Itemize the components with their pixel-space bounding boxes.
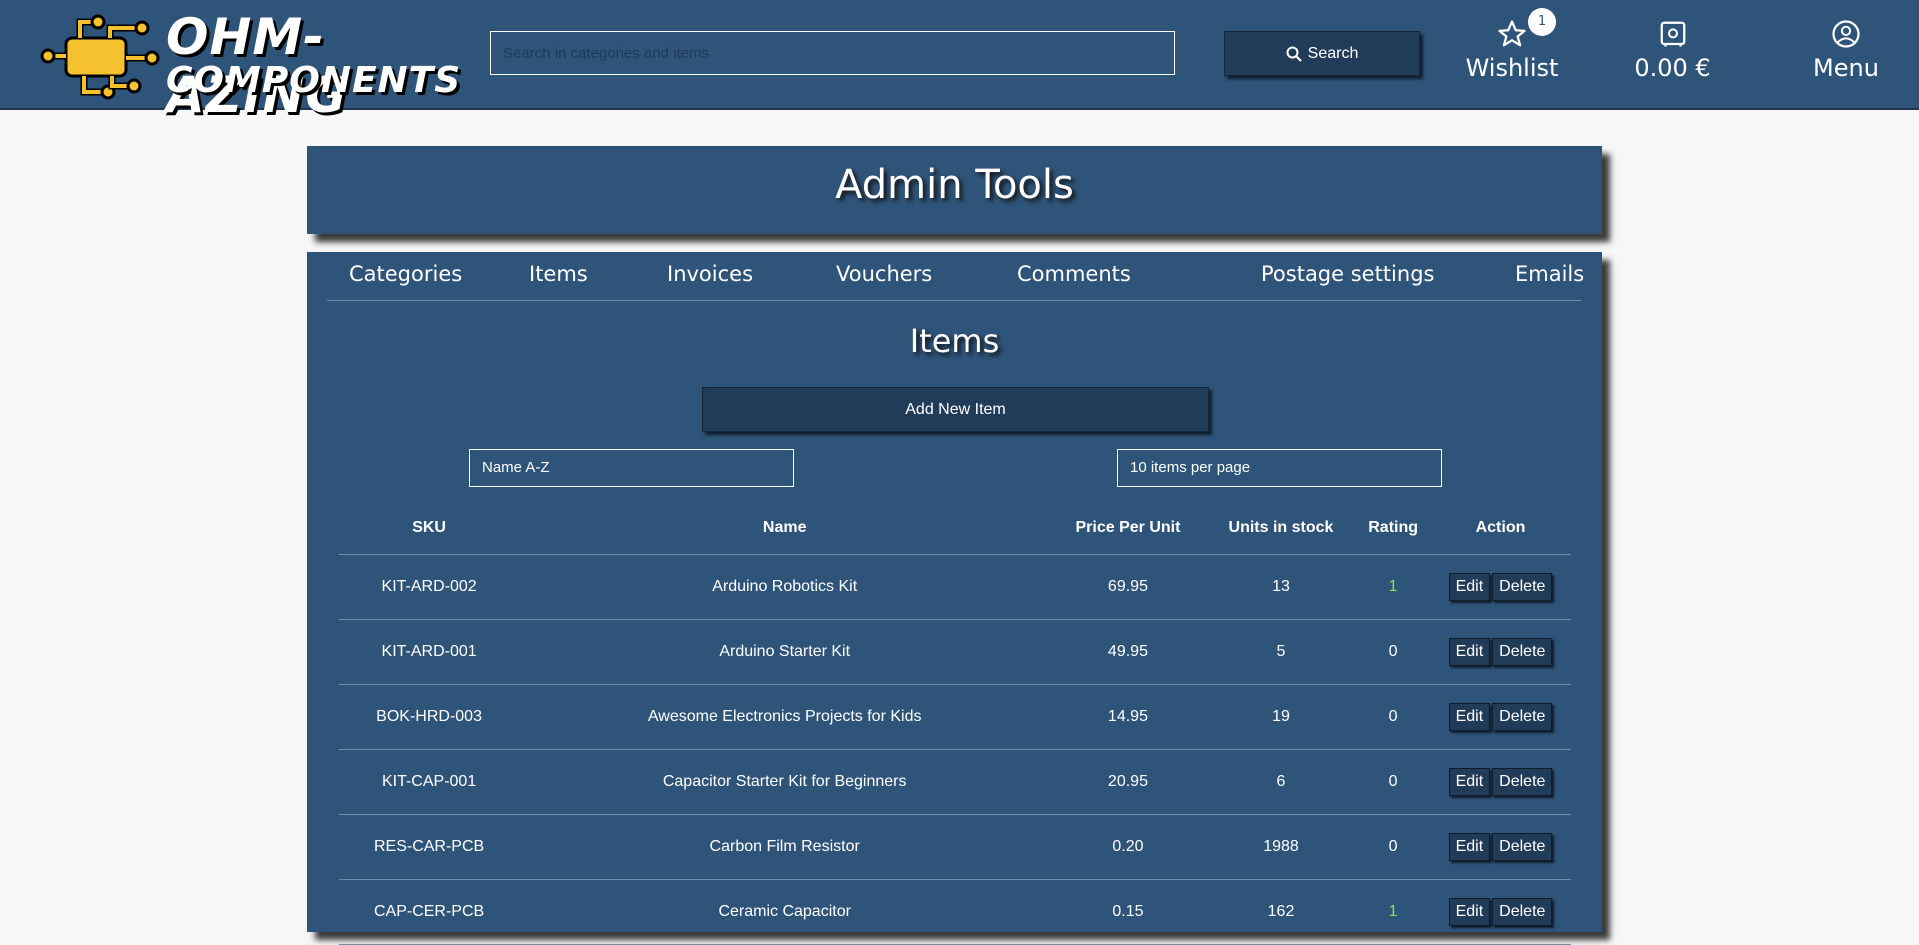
wishlist-count-badge: 1 xyxy=(1528,8,1556,36)
cell-actions: Edit Delete xyxy=(1429,749,1571,815)
cell-stock: 162 xyxy=(1205,879,1357,945)
cell-price: 0.15 xyxy=(1050,879,1206,945)
column-header-price: Price Per Unit xyxy=(1050,502,1206,555)
column-header-rating: Rating xyxy=(1356,502,1430,555)
logo-subtitle: COMPONENTS xyxy=(166,60,462,101)
column-header-sku: SKU xyxy=(339,502,520,555)
circuit-logo-icon xyxy=(40,14,160,100)
cell-actions: Edit Delete xyxy=(1429,554,1571,620)
edit-button[interactable]: Edit xyxy=(1448,768,1491,796)
column-header-action: Action xyxy=(1429,502,1571,555)
tab-invoices[interactable]: Invoices xyxy=(667,262,753,286)
cell-rating: 0 xyxy=(1356,814,1430,880)
top-navigation-bar: OHM-AZING COMPONENTS Search Wishlist 1 0… xyxy=(0,0,1919,124)
section-title: Items xyxy=(909,322,1000,360)
tab-items[interactable]: Items xyxy=(529,262,588,286)
table-row: RES-CAR-PCB Carbon Film Resistor 0.20 19… xyxy=(339,814,1571,880)
delete-button[interactable]: Delete xyxy=(1492,703,1553,731)
admin-main-panel: Categories Items Invoices Vouchers Comme… xyxy=(307,252,1602,945)
table-row: KIT-ARD-001 Arduino Starter Kit 49.95 5 … xyxy=(339,619,1571,685)
column-header-stock: Units in stock xyxy=(1205,502,1357,555)
table-header-row: SKU Name Price Per Unit Units in stock R… xyxy=(339,502,1571,555)
table-row: CAP-CER-PCB Ceramic Capacitor 0.15 162 1… xyxy=(339,879,1571,945)
cell-name: Awesome Electronics Projects for Kids xyxy=(519,684,1051,750)
items-table: SKU Name Price Per Unit Units in stock R… xyxy=(339,502,1571,945)
cell-actions: Edit Delete xyxy=(1429,814,1571,880)
cell-price: 69.95 xyxy=(1050,554,1206,620)
cart-link[interactable]: 0.00 € xyxy=(1620,18,1725,82)
cell-sku: RES-CAR-PCB xyxy=(339,814,520,880)
cell-rating: 1 xyxy=(1356,879,1430,945)
column-header-name: Name xyxy=(519,502,1051,555)
cell-sku: CAP-CER-PCB xyxy=(339,879,520,945)
safe-icon xyxy=(1660,21,1685,47)
cell-stock: 5 xyxy=(1205,619,1357,685)
cell-name: Carbon Film Resistor xyxy=(519,814,1051,880)
edit-button[interactable]: Edit xyxy=(1448,573,1491,601)
cell-rating: 0 xyxy=(1356,749,1430,815)
delete-button[interactable]: Delete xyxy=(1492,833,1553,861)
add-new-item-button[interactable]: Add New Item xyxy=(702,387,1209,432)
cell-price: 0.20 xyxy=(1050,814,1206,880)
table-row: KIT-ARD-002 Arduino Robotics Kit 69.95 1… xyxy=(339,554,1571,620)
table-row: KIT-CAP-001 Capacitor Starter Kit for Be… xyxy=(339,749,1571,815)
user-circle-icon xyxy=(1832,20,1860,48)
search-button-label: Search xyxy=(1307,44,1359,62)
tab-vouchers[interactable]: Vouchers xyxy=(836,262,932,286)
edit-button[interactable]: Edit xyxy=(1448,833,1491,861)
search-button[interactable]: Search xyxy=(1224,31,1420,76)
cell-sku: KIT-ARD-001 xyxy=(339,619,520,685)
delete-button[interactable]: Delete xyxy=(1492,638,1553,666)
delete-button[interactable]: Delete xyxy=(1492,573,1553,601)
menu-link[interactable]: Menu xyxy=(1796,18,1896,82)
items-per-page-select[interactable]: 10 items per page xyxy=(1117,449,1442,487)
cell-actions: Edit Delete xyxy=(1429,684,1571,750)
cell-stock: 6 xyxy=(1205,749,1357,815)
cell-rating: 0 xyxy=(1356,619,1430,685)
delete-button[interactable]: Delete xyxy=(1492,768,1553,796)
cell-sku: KIT-CAP-001 xyxy=(339,749,520,815)
star-icon xyxy=(1498,20,1526,47)
cell-stock: 13 xyxy=(1205,554,1357,620)
admin-tools-header: Admin Tools xyxy=(307,146,1602,234)
delete-button[interactable]: Delete xyxy=(1492,898,1553,926)
cell-sku: BOK-HRD-003 xyxy=(339,684,520,750)
page-title: Admin Tools xyxy=(835,162,1074,208)
cell-stock: 19 xyxy=(1205,684,1357,750)
tab-postage-settings[interactable]: Postage settings xyxy=(1261,262,1434,286)
cell-rating: 0 xyxy=(1356,684,1430,750)
cell-rating: 1 xyxy=(1356,554,1430,620)
cell-actions: Edit Delete xyxy=(1429,619,1571,685)
cart-total: 0.00 € xyxy=(1634,54,1711,82)
tab-emails[interactable]: Emails xyxy=(1515,262,1584,286)
cell-name: Arduino Starter Kit xyxy=(519,619,1051,685)
cell-price: 14.95 xyxy=(1050,684,1206,750)
table-row: BOK-HRD-003 Awesome Electronics Projects… xyxy=(339,684,1571,750)
cell-price: 49.95 xyxy=(1050,619,1206,685)
cell-stock: 1988 xyxy=(1205,814,1357,880)
sort-select[interactable]: Name A-Z xyxy=(469,449,794,487)
cell-name: Capacitor Starter Kit for Beginners xyxy=(519,749,1051,815)
search-icon xyxy=(1286,46,1302,62)
admin-tabs: Categories Items Invoices Vouchers Comme… xyxy=(327,252,1584,301)
cell-name: Arduino Robotics Kit xyxy=(519,554,1051,620)
wishlist-label: Wishlist xyxy=(1465,54,1559,82)
search-input[interactable] xyxy=(490,31,1175,75)
edit-button[interactable]: Edit xyxy=(1448,898,1491,926)
tab-categories[interactable]: Categories xyxy=(349,262,462,286)
cell-price: 20.95 xyxy=(1050,749,1206,815)
cell-actions: Edit Delete xyxy=(1429,879,1571,945)
site-logo[interactable]: OHM-AZING COMPONENTS xyxy=(40,8,460,124)
menu-label: Menu xyxy=(1813,54,1879,82)
cell-name: Ceramic Capacitor xyxy=(519,879,1051,945)
edit-button[interactable]: Edit xyxy=(1448,638,1491,666)
cell-sku: KIT-ARD-002 xyxy=(339,554,520,620)
tab-comments[interactable]: Comments xyxy=(1017,262,1131,286)
edit-button[interactable]: Edit xyxy=(1448,703,1491,731)
